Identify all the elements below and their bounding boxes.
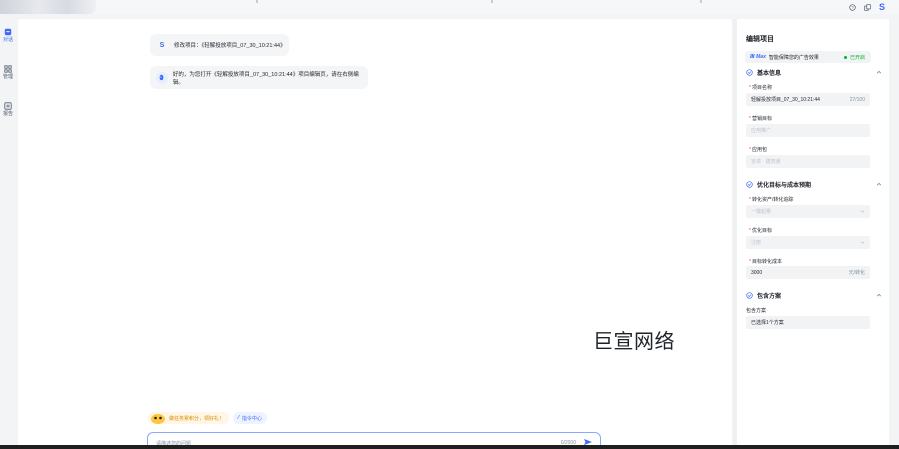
chevron-up-icon[interactable] <box>876 181 882 187</box>
divider <box>256 0 258 3</box>
chevron-up-icon[interactable] <box>876 69 882 75</box>
blurred-breadcrumb <box>0 0 96 14</box>
section-title: 基本信息 <box>757 70 782 77</box>
divider <box>700 0 702 3</box>
section-plans[interactable]: 包含方案 <box>746 290 882 300</box>
assistant-message: 好的，为您打开《轻解投放项目_07_30_10:21:44》项目编辑页，请在右侧… <box>150 66 368 89</box>
top-bar: ? S <box>0 0 899 14</box>
field-value: 已选择1个方案 <box>751 320 784 326</box>
check-circle-icon <box>746 291 753 299</box>
target-cost-input[interactable]: 3000 元/转化 <box>746 266 870 279</box>
char-counter: 27/100 <box>849 96 865 103</box>
unit-label: 元/转化 <box>848 270 865 276</box>
nav-label: 对话 <box>2 37 13 43</box>
nav-label: 管理 <box>2 74 13 80</box>
chat-area: S 修改项目：《轻解投放项目_07_30_10:21:44》 好的，为您打开《轻… <box>18 19 732 449</box>
chip-label: 做任务累积分，领好礼！ <box>169 415 225 422</box>
app-package-field: 安卓 · 建筑通 <box>746 155 870 168</box>
chevron-down-icon <box>860 241 865 244</box>
panel-title: 编辑项目 <box>746 36 774 43</box>
status-dot <box>843 55 847 59</box>
max-logo-mark: Ⅲ <box>750 54 755 60</box>
optimization-target-select[interactable]: 注册 <box>746 236 870 249</box>
task-reward-chip[interactable]: 做任务累积分，领好礼！ <box>148 412 230 424</box>
copy-icon[interactable] <box>864 3 871 11</box>
quick-chips: 做任务累积分，领好礼！ ⁄ 指令中心 <box>148 412 267 424</box>
left-nav: 对话 管理 报告 <box>0 19 16 449</box>
section-basic-info[interactable]: 基本信息 <box>746 67 882 77</box>
field-value: 安卓 · 建筑通 <box>751 159 781 165</box>
watermark: 巨宣网络 <box>593 329 675 353</box>
command-icon: ⁄ <box>238 415 239 421</box>
right-gutter <box>889 19 899 449</box>
field-label: *应用包 <box>749 147 767 153</box>
command-center-chip[interactable]: ⁄ 指令中心 <box>233 412 267 424</box>
mascot-icon <box>151 414 165 424</box>
top-icons: ? S <box>849 2 885 12</box>
field-value: 3000 <box>751 269 763 276</box>
field-label: 包含方案 <box>746 308 767 314</box>
plans-field[interactable]: 已选择1个方案 <box>746 316 870 329</box>
chevron-up-icon[interactable] <box>876 292 882 298</box>
nav-label: 报告 <box>2 111 13 117</box>
help-icon[interactable]: ? <box>849 3 856 11</box>
field-label: *营销目标 <box>749 116 772 122</box>
chevron-down-icon <box>860 210 865 213</box>
svg-text:?: ? <box>851 5 854 10</box>
nav-item-report[interactable]: 报告 <box>0 102 16 117</box>
max-logo: Ⅲ Max <box>750 54 766 60</box>
section-title: 包含方案 <box>757 293 782 300</box>
grid-icon <box>4 65 12 73</box>
max-banner-text: 智能保障您的广告效果 <box>768 54 819 61</box>
status-text: 已开启 <box>849 54 865 61</box>
message-text: 好的，为您打开《轻解投放项目_07_30_10:21:44》项目编辑页，请在右侧… <box>172 71 359 86</box>
message-text: 修改项目：《轻解投放项目_07_30_10:21:44》 <box>174 43 286 49</box>
bottom-bar <box>0 445 899 449</box>
section-optimize[interactable]: 优化目标与成本预期 <box>746 179 882 189</box>
max-logo-text: Max <box>756 54 766 60</box>
field-label: *目标转化成本 <box>749 259 782 265</box>
field-value: 应用推广 <box>751 128 772 134</box>
divider <box>491 0 493 3</box>
field-label: *转化资产/转化追踪 <box>749 197 794 203</box>
nav-item-chat[interactable]: 对话 <box>0 28 16 43</box>
field-label: *优化目标 <box>749 228 772 234</box>
status-badge: 已开启 <box>843 54 865 61</box>
nav-item-manage[interactable]: 管理 <box>0 65 16 80</box>
max-banner: Ⅲ Max 智能保障您的广告效果 已开启 <box>745 51 871 63</box>
field-label: *项目名称 <box>749 85 772 91</box>
chip-label: 指令中心 <box>241 415 262 422</box>
edit-project-panel: 编辑项目 Ⅲ Max 智能保障您的广告效果 已开启 基本信息 *项目名称 轻解投… <box>737 19 889 449</box>
chat-icon <box>4 28 12 36</box>
field-value: 轻解投放项目_07_30_10:21:44 <box>751 97 820 103</box>
user-avatar[interactable]: S <box>879 2 885 12</box>
section-title: 优化目标与成本预期 <box>757 182 812 189</box>
report-icon <box>4 102 12 110</box>
check-circle-icon <box>746 180 753 188</box>
conversion-select[interactable]: 一键起量 <box>746 205 870 218</box>
user-avatar: S <box>159 41 165 49</box>
user-message: S 修改项目：《轻解投放项目_07_30_10:21:44》 <box>150 34 289 56</box>
check-circle-icon <box>746 68 753 76</box>
project-name-input[interactable]: 轻解投放项目_07_30_10:21:44 27/100 <box>746 93 870 106</box>
marketing-goal-field: 应用推广 <box>746 124 870 137</box>
bot-icon <box>156 71 168 84</box>
field-value: 一键起量 <box>751 209 772 215</box>
field-value: 注册 <box>751 240 762 246</box>
